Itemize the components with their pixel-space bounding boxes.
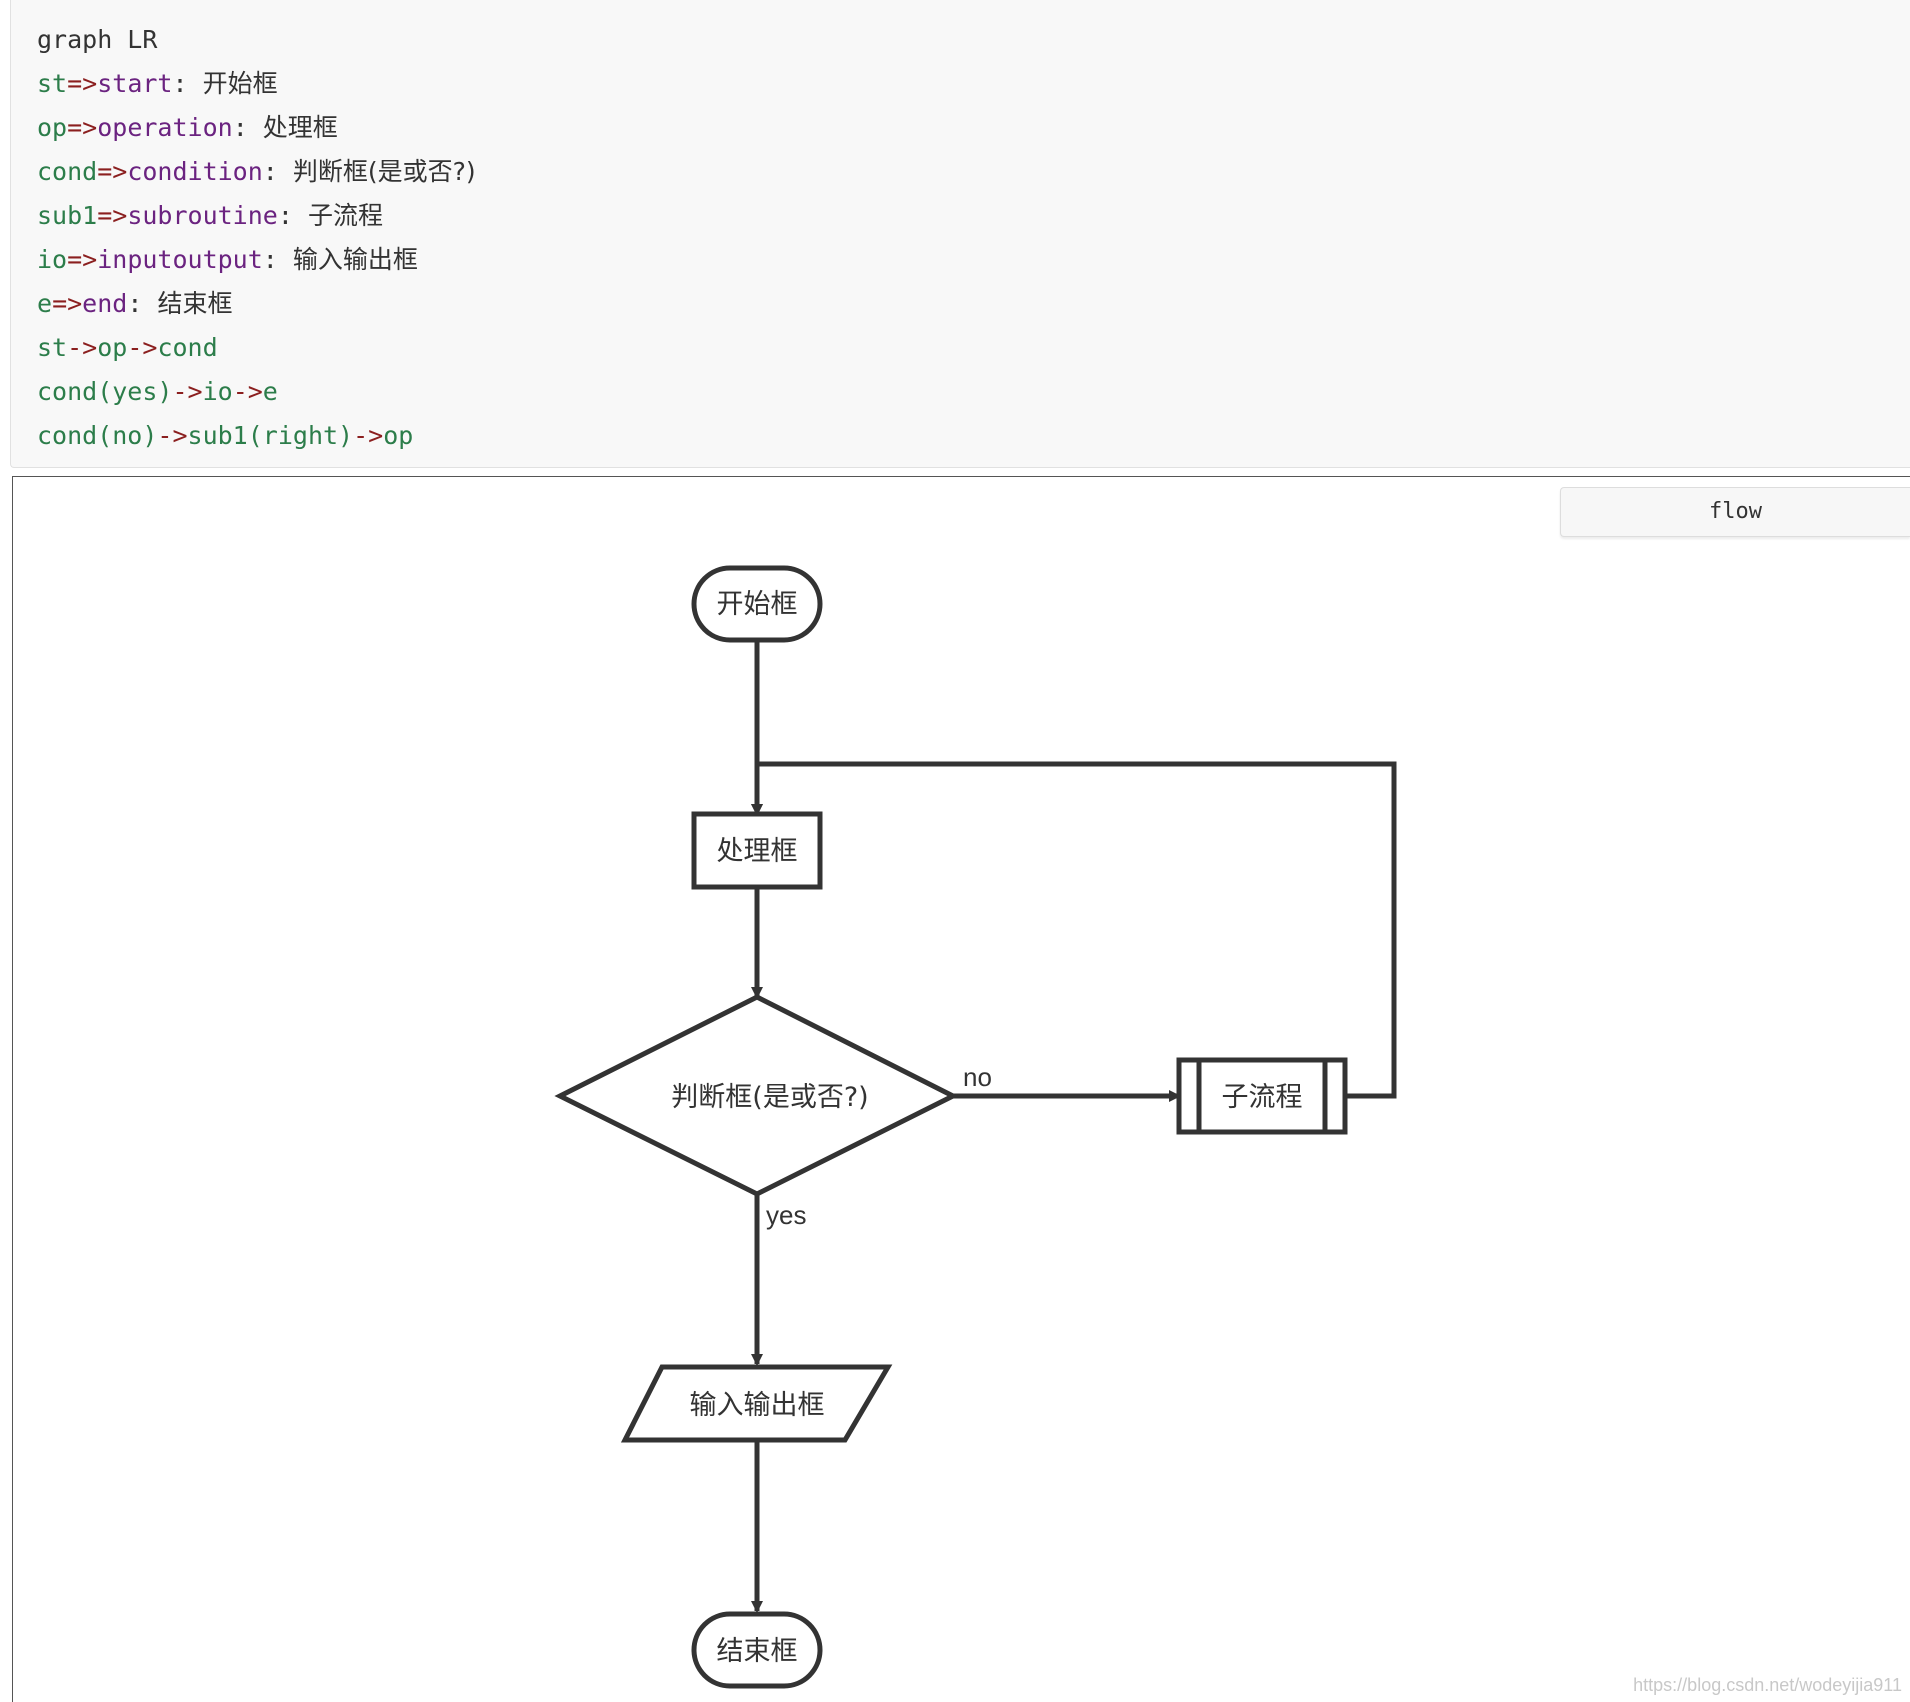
- node-operation: 处理框: [691, 811, 823, 890]
- node-condition: 判断框(是或否?): [554, 994, 959, 1197]
- node-end: 结束框: [691, 1611, 823, 1689]
- node-subroutine-label: 子流程: [1222, 1082, 1303, 1113]
- node-inputoutput: 输入输出框: [620, 1364, 893, 1443]
- node-subroutine: 子流程: [1176, 1057, 1348, 1135]
- edge-label-yes: yes: [766, 1200, 806, 1230]
- node-condition-label: 判断框(是或否?): [671, 1082, 868, 1113]
- node-operation-label: 处理框: [717, 836, 798, 867]
- flowchart: no yes 开始框 处理框 判断框(是或否?) 子流程 输入输出框 结束框: [554, 565, 1397, 1689]
- node-start: 开始框: [691, 565, 823, 643]
- node-start-label: 开始框: [717, 589, 798, 620]
- watermark: https://blog.csdn.net/wodeyijia911: [1633, 1675, 1902, 1695]
- node-end-label: 结束框: [717, 1636, 798, 1667]
- node-inputoutput-label: 输入输出框: [690, 1390, 825, 1421]
- edge-label-no: no: [963, 1062, 992, 1092]
